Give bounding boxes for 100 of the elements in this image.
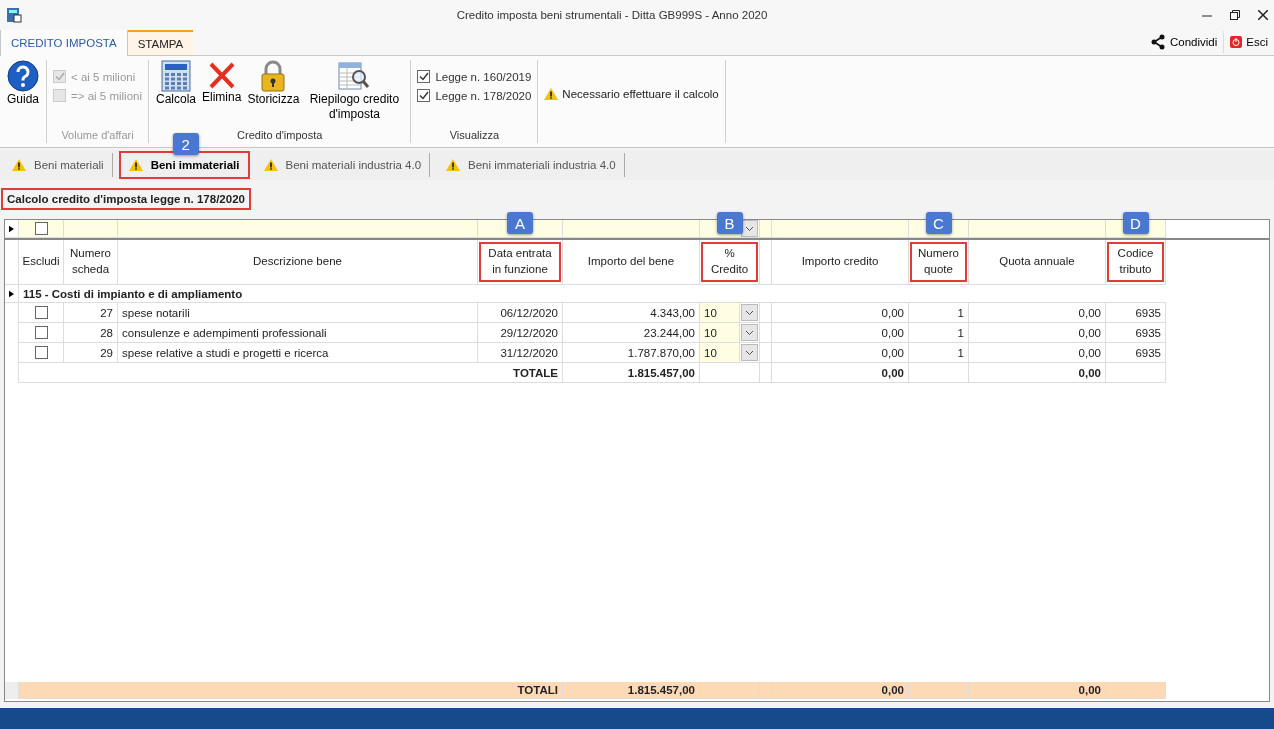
exit-button[interactable]: Esci — [1223, 31, 1274, 53]
column-header[interactable]: Quota annuale — [996, 252, 1078, 272]
table-cell: 0,00 — [969, 343, 1106, 363]
calculator-icon — [161, 60, 191, 92]
group-label: Volume d'affari — [61, 129, 134, 141]
annotation-badge: A — [507, 212, 533, 234]
dropdown-button[interactable] — [741, 344, 758, 361]
table-cell: 0,00 — [772, 303, 909, 323]
table-cell: consulenze e adempimenti professionali — [118, 323, 478, 343]
chevron-down-icon — [745, 329, 754, 336]
group-label: Credito d'imposta — [237, 129, 323, 141]
section-title: Calcolo credito d'imposta legge n. 178/2020 — [3, 189, 249, 208]
window-title: Credito imposta beni strumentali - Ditta GB999S - Anno 2020 — [455, 9, 769, 21]
table-cell: 29/12/2020 — [478, 323, 563, 343]
percent-field[interactable]: 10 — [700, 323, 740, 342]
group-row[interactable]: 115 - Costi di impianto e di ampliamento — [19, 285, 1166, 303]
restore-icon[interactable] — [1230, 10, 1240, 20]
checkmark-icon — [54, 72, 65, 81]
warning-icon — [12, 159, 26, 171]
grand-total-label: TOTALI — [19, 682, 563, 699]
table-cell: spese relative a studi e progetti e ricerca — [118, 343, 478, 363]
warning-icon — [544, 88, 559, 100]
filter-checkbox[interactable] — [34, 222, 48, 235]
table-cell: 06/12/2020 — [478, 303, 563, 323]
percent-field[interactable]: 10 — [700, 303, 740, 322]
checkmark-icon — [418, 72, 429, 81]
total-cell: 0,00 — [772, 363, 909, 383]
table-cell: 28 — [64, 323, 118, 343]
column-header[interactable]: Descrizione bene — [250, 252, 345, 272]
chevron-down-icon — [745, 225, 754, 232]
column-header[interactable]: Numero quote — [912, 244, 965, 280]
table-cell — [1106, 363, 1166, 383]
table-cell: 1 — [909, 343, 969, 363]
total-label: TOTALE — [19, 363, 563, 383]
table-cell: 6935 — [1106, 303, 1166, 323]
exclude-checkbox[interactable] — [34, 346, 48, 359]
column-header[interactable]: Importo del bene — [584, 252, 678, 272]
ribbon-button[interactable]: Guida — [6, 60, 41, 107]
share-button[interactable]: Condividi — [1143, 31, 1224, 53]
table-cell — [760, 363, 772, 383]
exclude-checkbox[interactable] — [34, 326, 48, 339]
warning-icon — [263, 159, 278, 171]
app-icon — [6, 7, 22, 23]
ribbon-button[interactable]: Calcola — [155, 60, 198, 107]
percent-field[interactable]: 10 — [700, 343, 740, 362]
total-cell: 1.815.457,00 — [563, 363, 700, 383]
ribbon-button[interactable]: Riepilogo credito d'imposta — [304, 60, 405, 122]
table-cell: 0,00 — [969, 323, 1106, 343]
ribbon-button[interactable]: Elimina — [201, 60, 243, 105]
share-icon — [1149, 34, 1166, 50]
ribbon-tab[interactable]: CREDITO IMPOSTA — [0, 29, 128, 56]
sheet-tab[interactable]: Beni materiali industria 4.0 — [255, 153, 431, 177]
table-cell: spese notarili — [118, 303, 478, 323]
total-cell: 0,00 — [969, 363, 1106, 383]
group-label: Visualizza — [449, 129, 500, 141]
dropdown-button[interactable] — [741, 324, 758, 341]
table-cell — [909, 363, 969, 383]
table-cell: 6935 — [1106, 343, 1166, 363]
column-header[interactable]: Importo credito — [798, 252, 882, 272]
help-icon — [7, 60, 39, 92]
dropdown-button[interactable] — [741, 220, 758, 237]
column-header[interactable]: % Credito — [703, 244, 756, 280]
table-cell: 1 — [909, 323, 969, 343]
row-indicator — [5, 682, 19, 699]
grand-total-cell: 0,00 — [772, 682, 909, 699]
table-cell: 31/12/2020 — [478, 343, 563, 363]
checkmark-icon — [418, 91, 429, 100]
warning-icon — [446, 159, 461, 171]
table-search-icon — [338, 60, 371, 92]
sheet-tab[interactable]: Beni immateriali — [120, 153, 248, 177]
grand-total-cell: 0,00 — [969, 682, 1106, 699]
warning-icon — [128, 159, 143, 171]
table-cell — [760, 682, 772, 699]
checkbox-option[interactable]: Legge n. 160/2019 — [417, 70, 532, 83]
table-cell — [1106, 682, 1166, 699]
annotation-badge: C — [925, 212, 952, 234]
table-cell: 1 — [909, 303, 969, 323]
sheet-tab[interactable]: Beni materiali — [4, 153, 113, 177]
table-cell: 6935 — [1106, 323, 1166, 343]
table-cell: 29 — [64, 343, 118, 363]
chevron-down-icon — [745, 349, 754, 356]
row-arrow-icon — [9, 224, 14, 233]
column-header[interactable]: Data entrata in funzione — [481, 244, 559, 280]
exclude-checkbox[interactable] — [34, 306, 48, 319]
table-cell: 0,00 — [969, 303, 1106, 323]
column-header[interactable]: Numero scheda — [67, 244, 114, 280]
dropdown-button[interactable] — [741, 304, 758, 321]
expand-arrow[interactable] — [5, 285, 19, 303]
warning-message: Necessario effettuare il calcolo — [562, 88, 719, 100]
table-cell — [700, 682, 760, 699]
sheet-tab[interactable]: Beni immateriali industria 4.0 — [438, 153, 625, 177]
checkbox-option[interactable]: Legge n. 178/2020 — [417, 89, 532, 102]
column-header[interactable]: Escludi — [19, 252, 63, 272]
column-header[interactable]: Codice tributo — [1109, 244, 1162, 280]
chevron-down-icon — [745, 309, 754, 316]
ribbon-button[interactable]: Storicizza — [246, 60, 301, 107]
close-icon[interactable] — [1258, 10, 1268, 20]
annotation-badge: B — [716, 212, 743, 234]
annotation-badge: D — [1122, 212, 1149, 234]
table-cell: 27 — [64, 303, 118, 323]
